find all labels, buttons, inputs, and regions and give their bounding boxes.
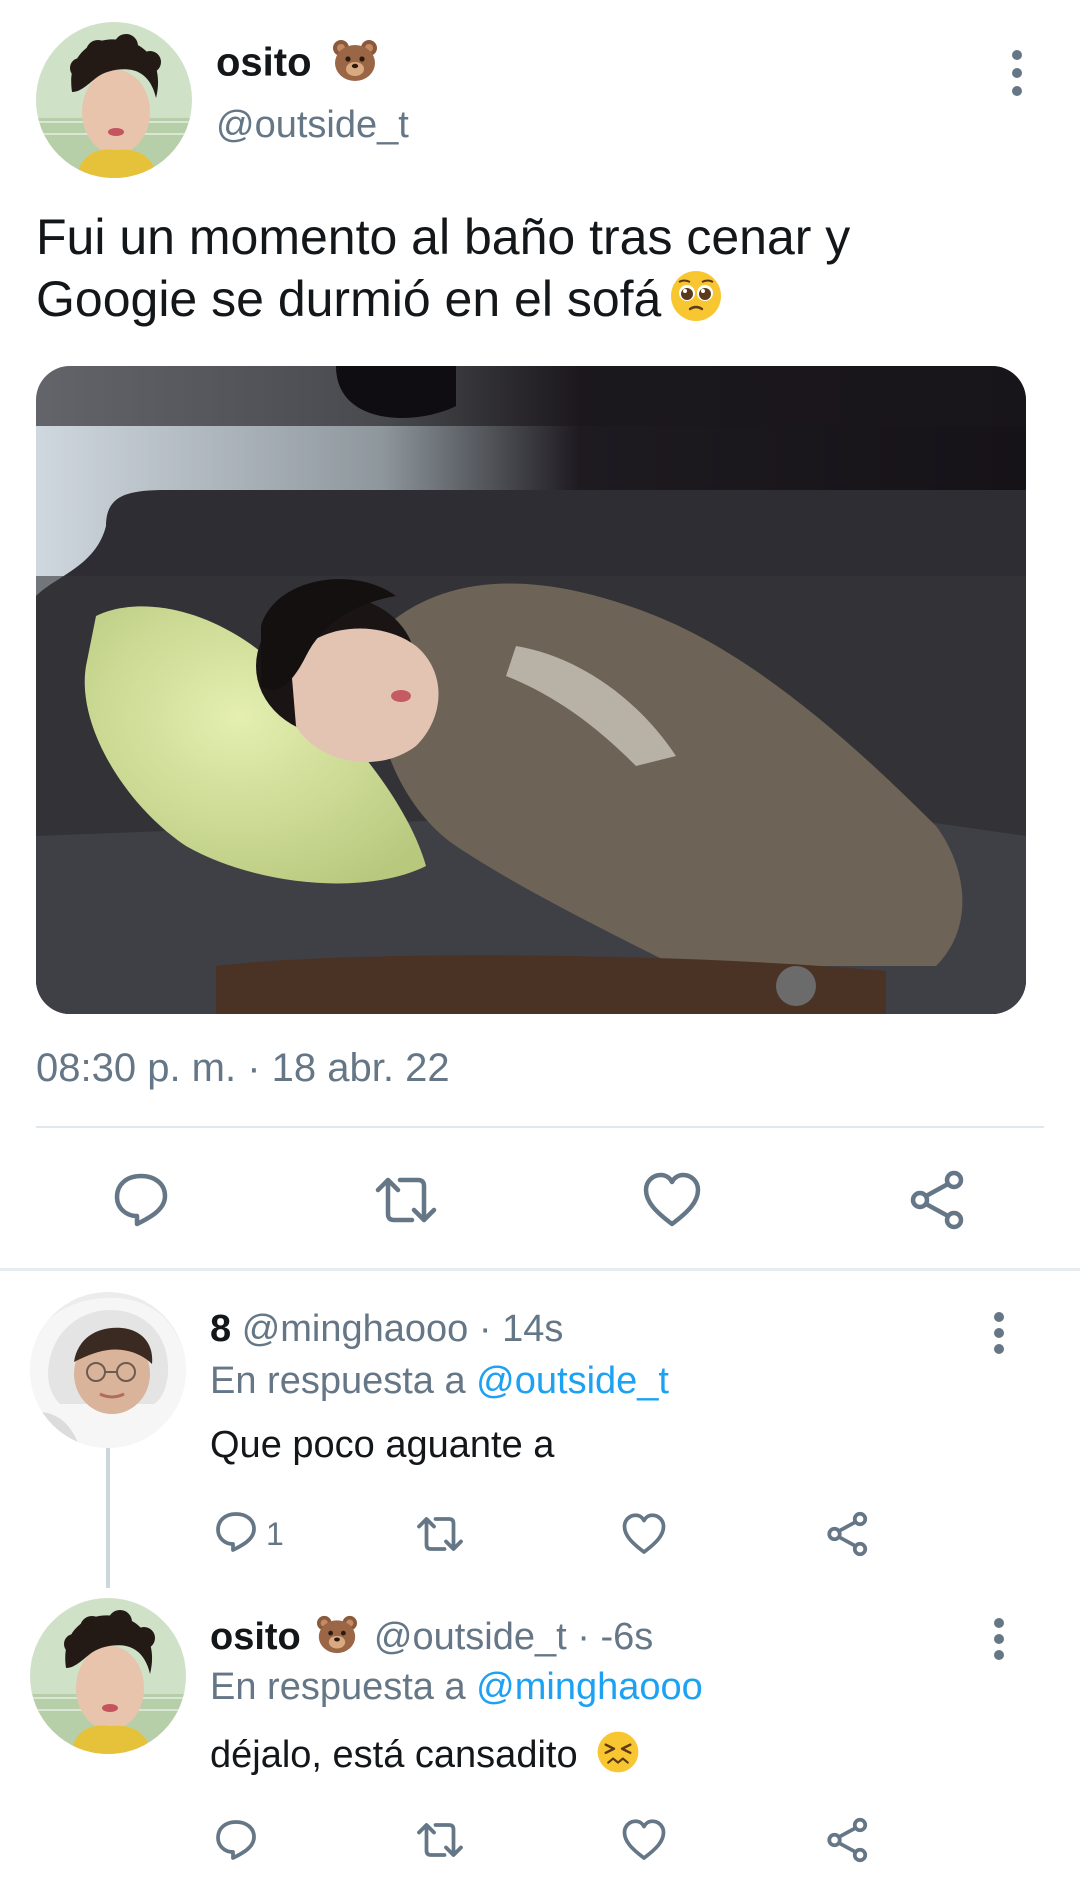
tweet-text-line-2: Googie se durmió en el sofá — [36, 268, 1036, 337]
reply-header: 8 @minghaooo · 14s — [210, 1308, 563, 1351]
pleading-face-emoji-icon — [669, 269, 723, 337]
handle[interactable]: @outside_t — [216, 104, 409, 147]
share-icon[interactable] — [824, 1810, 872, 1870]
in-reply-prefix: En respuesta a — [210, 1666, 466, 1708]
share-icon[interactable] — [824, 1504, 872, 1564]
tweet-actions — [0, 1160, 1080, 1240]
in-reply-prefix: En respuesta a — [210, 1360, 466, 1402]
reply-time: · -6s — [577, 1616, 654, 1659]
section-divider — [0, 1268, 1080, 1271]
tweet-text-line-1: Fui un momento al baño tras cenar y — [36, 209, 851, 265]
bear-face-emoji-icon — [331, 38, 379, 92]
display-name[interactable]: 8 — [210, 1308, 231, 1350]
retweet-icon[interactable] — [414, 1504, 466, 1564]
handle[interactable]: @minghaooo — [242, 1308, 469, 1350]
retweet-icon[interactable] — [414, 1810, 466, 1870]
mention-link[interactable]: @minghaooo — [476, 1666, 703, 1708]
reply-button[interactable]: 1 — [212, 1504, 284, 1564]
reply-icon — [212, 1508, 260, 1561]
reply-time: · 14s — [478, 1308, 564, 1350]
mention-link[interactable]: @outside_t — [476, 1360, 669, 1402]
reply-count: 1 — [266, 1515, 284, 1552]
heart-icon[interactable] — [632, 1160, 712, 1240]
more-vertical-icon[interactable] — [1002, 50, 1032, 100]
display-name-text: osito — [216, 40, 312, 85]
reply-text: Que poco aguante a — [210, 1424, 555, 1466]
reply-icon[interactable] — [212, 1810, 260, 1870]
reply-actions — [0, 1810, 1080, 1870]
bear-face-emoji-icon — [315, 1614, 359, 1664]
reply-text-content: déjalo, está cansadito — [210, 1734, 578, 1777]
heart-icon[interactable] — [620, 1810, 668, 1870]
reply-icon[interactable] — [101, 1160, 181, 1240]
reply-text: déjalo, está cansadito — [210, 1730, 640, 1784]
in-reply-to: En respuesta a @minghaooo — [210, 1666, 703, 1709]
in-reply-to: En respuesta a @outside_t — [210, 1360, 669, 1403]
confounded-face-emoji-icon — [596, 1730, 640, 1784]
avatar[interactable] — [36, 22, 192, 178]
tweet-text-line-2-text: Googie se durmió en el sofá — [36, 271, 662, 327]
more-vertical-icon[interactable] — [984, 1618, 1014, 1668]
handle[interactable]: @outside_t — [374, 1616, 567, 1658]
avatar[interactable] — [30, 1292, 186, 1448]
tweet-timestamp: 08:30 p. m. · 18 abr. 22 — [36, 1046, 450, 1090]
display-name[interactable]: osito — [210, 1616, 301, 1658]
more-vertical-icon[interactable] — [984, 1312, 1014, 1362]
display-name[interactable]: osito — [216, 38, 379, 92]
avatar[interactable] — [30, 1598, 186, 1754]
tweet-text: Fui un momento al baño tras cenar y Goog… — [36, 206, 1036, 337]
share-icon[interactable] — [898, 1160, 978, 1240]
reply-actions: 1 — [0, 1504, 1080, 1564]
tweet-photo[interactable] — [36, 366, 1026, 1014]
heart-icon[interactable] — [620, 1504, 668, 1564]
retweet-icon[interactable] — [366, 1160, 446, 1240]
reply-header: osito @outside_t · -6s — [210, 1614, 653, 1664]
divider — [36, 1126, 1044, 1128]
